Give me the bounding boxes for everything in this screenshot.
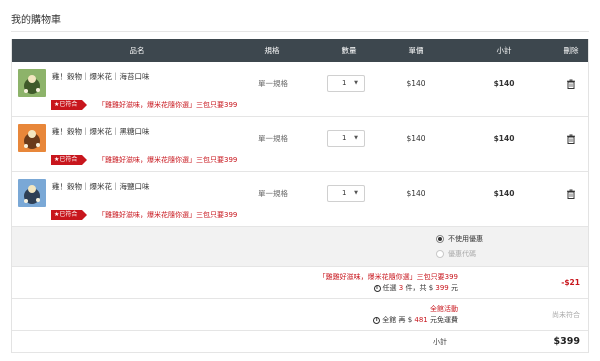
quantity-select[interactable]: 1 ▼ [327, 130, 365, 147]
page-title: 我的購物車 [11, 15, 61, 26]
chevron-down-icon: ▼ [354, 190, 358, 196]
promo-status-badge: ★已符合 [51, 100, 88, 110]
item-subtotal: $140 [493, 134, 515, 143]
coupon-section: 不使用優惠 優惠代碼 [12, 227, 588, 267]
product-name[interactable]: 雞！穀物｜爆米花｜海苔口味 [52, 71, 150, 82]
chevron-down-icon: ▼ [354, 135, 358, 141]
promo-status-badge: ★已符合 [51, 210, 88, 220]
product-thumbnail[interactable] [18, 69, 46, 97]
promo-title[interactable]: 「雞雞好滋味，爆米花隨你選」三包只要399 [319, 272, 458, 282]
table-row: 雞！穀物｜爆米花｜黑糖口味 單一規格 1 ▼ $140 $140 ★已符合 「雞… [12, 117, 588, 172]
promo-detail-suffix: 元免運費 [430, 316, 458, 324]
promo-detail-prefix: 任選 [382, 284, 397, 292]
promo-detail-prefix: 全館 再 $ [382, 316, 413, 324]
promo-detail-suffix: 元 [451, 284, 458, 292]
chevron-down-icon: ▼ [354, 80, 358, 86]
title-divider [11, 31, 589, 32]
product-thumbnail[interactable] [18, 179, 46, 207]
product-spec: 單一規格 [258, 189, 288, 198]
promo-detail-mid: 件，共 $ [405, 284, 434, 292]
header-product: 品名 [129, 46, 145, 55]
promo-detail: i 全館 再 $ 481 元免運費 [373, 315, 458, 325]
promo-amount: 481 [414, 316, 428, 324]
subtotal-label: 小計 [433, 338, 447, 346]
trash-icon[interactable] [566, 134, 576, 144]
unit-price: $140 [406, 79, 426, 88]
radio-coupon-code[interactable] [436, 250, 444, 258]
promo-status: 尚未符合 [552, 311, 580, 319]
subtotal-amount: $399 [553, 336, 580, 347]
promo-status-badge: ★已符合 [51, 155, 88, 165]
trash-icon[interactable] [566, 189, 576, 199]
promo-status-label: 已符合 [59, 101, 78, 108]
radio-no-coupon-label[interactable]: 不使用優惠 [448, 234, 483, 244]
header-unit-price: 單價 [408, 46, 424, 55]
table-row: 雞！穀物｜爆米花｜海苔口味 單一規格 1 ▼ $140 $140 ★已符合 「雞… [12, 62, 588, 117]
unit-price: $140 [406, 189, 426, 198]
item-subtotal: $140 [493, 79, 515, 88]
info-icon[interactable]: i [373, 316, 381, 324]
product-name[interactable]: 雞！穀物｜爆米花｜海鹽口味 [52, 181, 150, 192]
quantity-value: 1 [342, 134, 347, 142]
product-spec: 單一規格 [258, 79, 288, 88]
promo-link[interactable]: 「雞雞好滋味，爆米花隨你選」三包只要399 [98, 155, 237, 165]
product-thumbnail[interactable] [18, 124, 46, 152]
promo-title[interactable]: 全館活動 [430, 304, 458, 314]
unit-price: $140 [406, 134, 426, 143]
quantity-value: 1 [342, 79, 347, 87]
promo-row: 全館活動 i 全館 再 $ 481 元免運費 尚未符合 [12, 299, 588, 331]
trash-icon[interactable] [566, 79, 576, 89]
promo-link[interactable]: 「雞雞好滋味，爆米花隨你選」三包只要399 [98, 210, 237, 220]
quantity-select[interactable]: 1 ▼ [327, 75, 365, 92]
cart-table: 品名 規格 數量 單價 小計 刪除 雞！穀物｜爆米花｜海苔口味 單一規格 1 ▼… [11, 39, 589, 353]
promo-row: 「雞雞好滋味，爆米花隨你選」三包只要399 i 任選 3 件，共 $ 399 元 … [12, 267, 588, 299]
header-subtotal: 小計 [496, 46, 512, 55]
quantity-select[interactable]: 1 ▼ [327, 185, 365, 202]
item-subtotal: $140 [493, 189, 515, 198]
promo-status-label: 已符合 [59, 211, 78, 218]
info-icon[interactable]: i [373, 284, 381, 292]
radio-no-coupon[interactable] [436, 235, 444, 243]
promo-amount: 399 [435, 284, 449, 292]
header-delete: 刪除 [563, 46, 579, 55]
product-name[interactable]: 雞！穀物｜爆米花｜黑糖口味 [52, 126, 150, 137]
table-row: 雞！穀物｜爆米花｜海鹽口味 單一規格 1 ▼ $140 $140 ★已符合 「雞… [12, 172, 588, 227]
promo-status-label: 已符合 [59, 156, 78, 163]
subtotal-row: 小計 $399 [12, 331, 588, 353]
radio-coupon-code-label[interactable]: 優惠代碼 [448, 249, 476, 259]
promo-count: 3 [398, 284, 404, 292]
header-spec: 規格 [264, 46, 280, 55]
table-header: 品名 規格 數量 單價 小計 刪除 [12, 39, 588, 62]
quantity-value: 1 [342, 189, 347, 197]
promo-detail: i 任選 3 件，共 $ 399 元 [373, 283, 458, 293]
product-spec: 單一規格 [258, 134, 288, 143]
header-qty: 數量 [341, 46, 357, 55]
promo-discount: -$21 [561, 278, 580, 287]
promo-link[interactable]: 「雞雞好滋味，爆米花隨你選」三包只要399 [98, 100, 237, 110]
